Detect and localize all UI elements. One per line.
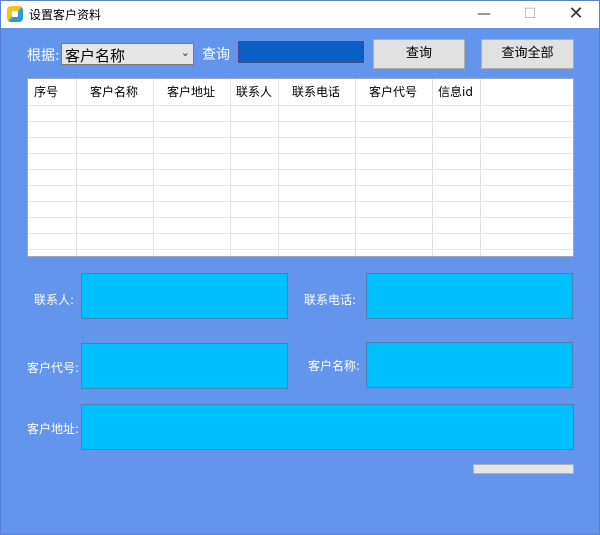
progress-bar [473, 464, 574, 474]
customer-address-field[interactable] [81, 404, 574, 450]
table-row[interactable] [28, 201, 573, 218]
search-by-select[interactable]: 客户名称 ⌄ [61, 43, 194, 65]
phone-label: 联系电话: [304, 293, 357, 307]
customer-code-label: 客户代号: [27, 361, 80, 375]
window-title: 设置客户资料 [29, 8, 102, 22]
table-row[interactable] [28, 217, 573, 234]
query-label: 查询 [202, 47, 230, 63]
table-header-cell[interactable]: 信息id [438, 83, 473, 100]
contact-field[interactable] [81, 273, 288, 319]
customer-address-label: 客户地址: [27, 422, 80, 436]
maximize-button[interactable]: ☐ [507, 1, 553, 28]
table-row[interactable] [28, 105, 573, 122]
app-window: 设置客户资料 — ☐ ✕ 根据: 客户名称 ⌄ 查询 查询 查询全部 序号 客户… [0, 0, 600, 535]
search-by-label: 根据: [27, 48, 60, 64]
table-header-cell[interactable]: 序号 [34, 83, 58, 100]
query-button[interactable]: 查询 [373, 39, 465, 69]
contact-label: 联系人: [34, 293, 75, 307]
query-input[interactable] [238, 41, 364, 63]
table-header-cell[interactable]: 客户名称 [90, 83, 138, 100]
app-icon [7, 6, 23, 22]
table-row[interactable] [28, 169, 573, 186]
table-header-cell[interactable]: 联系电话 [292, 83, 340, 100]
close-button[interactable]: ✕ [553, 1, 599, 28]
customer-table[interactable]: 序号 客户名称 客户地址 联系人 联系电话 客户代号 信息id [27, 78, 574, 257]
table-row[interactable] [28, 153, 573, 170]
title-bar: 设置客户资料 — ☐ ✕ [1, 1, 599, 28]
table-row[interactable] [28, 185, 573, 202]
table-header-cell[interactable]: 客户地址 [167, 83, 215, 100]
table-row[interactable] [28, 233, 573, 250]
phone-field[interactable] [366, 273, 573, 319]
table-row[interactable] [28, 121, 573, 138]
customer-name-label: 客户名称: [308, 359, 361, 373]
chevron-down-icon: ⌄ [180, 46, 190, 59]
table-header-cell[interactable]: 联系人 [236, 83, 272, 100]
search-by-value: 客户名称 [65, 47, 126, 65]
minimize-button[interactable]: — [461, 1, 507, 28]
table-header-cell[interactable]: 客户代号 [369, 83, 417, 100]
customer-code-field[interactable] [81, 343, 288, 389]
customer-name-field[interactable] [366, 342, 573, 388]
table-row[interactable] [28, 137, 573, 154]
query-all-button[interactable]: 查询全部 [481, 39, 574, 69]
